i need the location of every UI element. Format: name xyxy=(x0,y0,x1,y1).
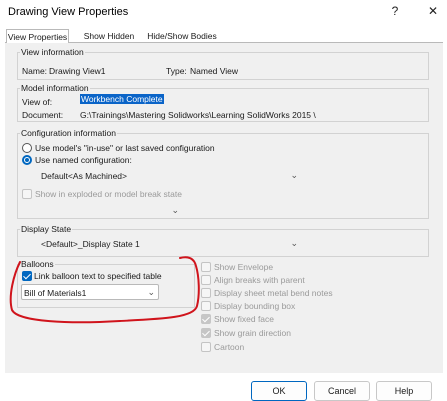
in-use-config-label: Use model's "in-use" or last saved confi… xyxy=(35,143,215,153)
tab-show-hidden-edges[interactable]: Show Hidden Edges xyxy=(71,29,147,51)
type-value: Named View xyxy=(190,66,239,76)
config-info-legend: Configuration information xyxy=(20,128,117,138)
named-config-radio[interactable] xyxy=(22,155,32,165)
display-state-select[interactable]: <Default>_Display State 1 ⌄ xyxy=(38,236,302,250)
view-of-value[interactable]: Workbench Complete xyxy=(80,94,164,104)
cartoon-label: Cartoon xyxy=(214,342,245,352)
in-use-config-radio[interactable] xyxy=(22,143,32,153)
document-label: Document: xyxy=(22,110,64,120)
tab-label: View Properties xyxy=(7,32,68,42)
fixed-face-label: Show fixed face xyxy=(214,314,275,324)
model-info-legend: Model information xyxy=(20,83,90,93)
type-label: Type: xyxy=(166,66,187,76)
tab-view-properties[interactable]: View Properties xyxy=(6,29,69,43)
bend-notes-checkbox[interactable] xyxy=(201,288,211,298)
align-breaks-checkbox[interactable] xyxy=(201,275,211,285)
bounding-box-checkbox[interactable] xyxy=(201,301,211,311)
balloon-table-value: Bill of Materials1 xyxy=(24,288,87,298)
chevron-down-icon: ⌄ xyxy=(290,238,298,248)
help-button[interactable]: Help xyxy=(376,381,432,401)
grain-direction-label: Show grain direction xyxy=(214,328,292,338)
fixed-face-checkbox[interactable] xyxy=(201,314,211,324)
window-title: Drawing View Properties xyxy=(8,6,129,18)
chevron-down-icon: ⌄ xyxy=(171,205,179,215)
cartoon-checkbox[interactable] xyxy=(201,342,211,352)
link-balloon-label: Link balloon text to specified table xyxy=(34,271,162,281)
show-envelope-checkbox[interactable] xyxy=(201,262,211,272)
balloons-legend: Balloons xyxy=(20,259,55,269)
close-title-button[interactable]: ✕ xyxy=(424,4,442,18)
document-value: G:\Trainings\Mastering Solidworks\Learni… xyxy=(80,110,316,120)
name-label: Name: xyxy=(22,66,48,76)
grain-direction-checkbox[interactable] xyxy=(201,328,211,338)
help-title-button[interactable]: ? xyxy=(386,4,404,18)
tab-label: Hide/Show Bodies xyxy=(147,31,217,41)
view-of-label: View of: xyxy=(22,97,53,107)
config-select[interactable]: Default<As Machined> ⌄ xyxy=(38,168,302,182)
bounding-box-label: Display bounding box xyxy=(214,301,296,311)
balloon-table-select[interactable]: Bill of Materials1 ⌄ xyxy=(21,284,159,300)
ok-button[interactable]: OK xyxy=(251,381,307,401)
exploded-state-checkbox[interactable] xyxy=(22,189,32,199)
config-select-value: Default<As Machined> xyxy=(41,171,127,181)
display-state-value: <Default>_Display State 1 xyxy=(41,239,140,249)
named-config-label: Use named configuration: xyxy=(35,155,132,165)
chevron-down-icon: ⌄ xyxy=(290,170,298,180)
align-breaks-label: Align breaks with parent xyxy=(214,275,305,285)
name-value: Drawing View1 xyxy=(49,66,106,76)
view-info-legend: View information xyxy=(20,47,85,57)
show-envelope-label: Show Envelope xyxy=(214,262,274,272)
cancel-button[interactable]: Cancel xyxy=(314,381,370,401)
chevron-down-icon: ⌄ xyxy=(147,287,155,297)
exploded-state-label: Show in exploded or model break state xyxy=(35,189,182,199)
exploded-state-select[interactable]: ⌄ xyxy=(38,203,184,217)
display-state-legend: Display State xyxy=(20,224,73,234)
link-balloon-checkbox[interactable] xyxy=(22,271,32,281)
bend-notes-label: Display sheet metal bend notes xyxy=(214,288,333,298)
tab-hide-show-bodies[interactable]: Hide/Show Bodies xyxy=(147,29,217,43)
